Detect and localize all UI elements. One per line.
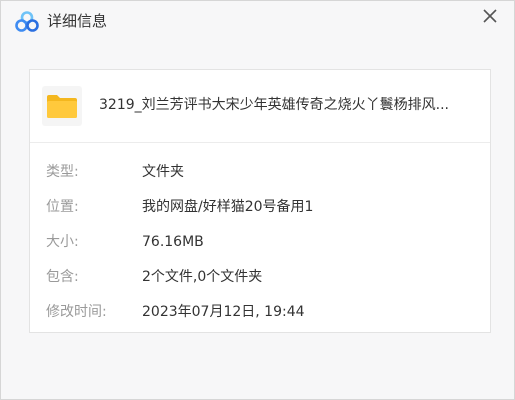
detail-row-contains: 包含: 2个文件,0个文件夹 <box>30 265 490 289</box>
detail-row-location: 位置: 我的网盘/好样猫20号备用1 <box>30 195 490 219</box>
detail-value: 文件夹 <box>142 164 184 180</box>
detail-row-modified: 修改时间: 2023年07月12日, 19:44 <box>30 300 490 324</box>
title-bar[interactable]: 详细信息 <box>1 1 514 39</box>
cloud-logo-icon <box>15 11 39 32</box>
folder-thumbnail <box>42 86 82 126</box>
dialog-title: 详细信息 <box>47 12 108 30</box>
detail-row-type: 类型: 文件夹 <box>30 160 490 184</box>
detail-label: 修改时间: <box>46 304 107 320</box>
file-name: 3219_刘兰芳评书大宋少年英雄传奇之烧火丫鬟杨排风... <box>99 97 449 113</box>
details-dialog: 详细信息 3219_刘兰芳评书大宋少年英雄传奇之烧火丫鬟杨排风... 类型: 文… <box>0 0 515 400</box>
detail-value: 2个文件,0个文件夹 <box>142 269 263 285</box>
detail-row-size: 大小: 76.16MB <box>30 230 490 254</box>
detail-label: 包含: <box>46 269 79 285</box>
details-card: 3219_刘兰芳评书大宋少年英雄传奇之烧火丫鬟杨排风... 类型: 文件夹 位置… <box>29 69 491 333</box>
detail-label: 大小: <box>46 234 79 250</box>
detail-value: 2023年07月12日, 19:44 <box>142 304 305 320</box>
detail-value: 我的网盘/好样猫20号备用1 <box>142 199 314 215</box>
detail-label: 位置: <box>46 199 79 215</box>
close-icon[interactable] <box>476 4 504 32</box>
detail-value: 76.16MB <box>142 234 204 250</box>
detail-label: 类型: <box>46 164 79 180</box>
folder-icon <box>47 95 77 118</box>
file-header: 3219_刘兰芳评书大宋少年英雄传奇之烧火丫鬟杨排风... <box>30 70 490 143</box>
